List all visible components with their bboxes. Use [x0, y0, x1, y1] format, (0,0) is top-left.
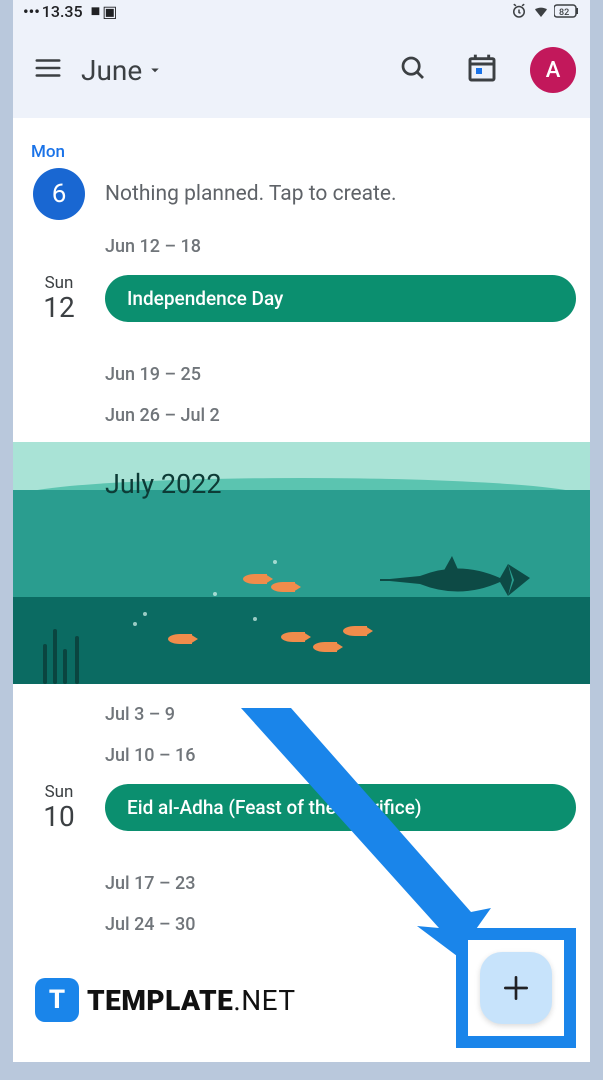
weekday-label: Sun	[45, 273, 74, 293]
search-icon	[398, 53, 428, 83]
week-range: Jun 26 – Jul 2	[13, 395, 590, 436]
day-row: Sun 12 Independence Day	[13, 267, 590, 330]
schedule-list[interactable]: Mon 6 Nothing planned. Tap to create. Ju…	[13, 118, 590, 945]
search-button[interactable]	[392, 47, 434, 93]
watermark-badge: T	[35, 978, 79, 1022]
chevron-down-icon	[146, 61, 164, 79]
event-chip[interactable]: Eid al-Adha (Feast of the Sacrifice)	[105, 784, 576, 831]
watermark: T TEMPLATE.NET	[35, 978, 296, 1022]
today-day-circle: 6	[33, 168, 85, 220]
month-selector[interactable]: June	[81, 54, 164, 87]
svg-text:82: 82	[559, 8, 569, 18]
day-number: 10	[43, 800, 74, 833]
day-number: 12	[43, 291, 74, 324]
create-event-fab[interactable]	[480, 952, 552, 1024]
battery-icon: 82	[554, 4, 580, 18]
wifi-icon	[532, 2, 550, 20]
plus-icon	[500, 972, 532, 1004]
event-title: Independence Day	[127, 287, 283, 310]
week-range: Jul 3 – 9	[13, 694, 590, 735]
menu-button[interactable]	[23, 43, 73, 97]
today-row[interactable]: 6 Nothing planned. Tap to create.	[13, 162, 590, 226]
hamburger-icon	[33, 53, 63, 83]
day-row: Sun 10 Eid al-Adha (Feast of the Sacrifi…	[13, 776, 590, 839]
week-range: Jun 12 – 18	[13, 226, 590, 267]
week-range: Jun 19 – 25	[13, 354, 590, 395]
empty-state-text: Nothing planned. Tap to create.	[105, 182, 576, 206]
fab-highlight	[456, 928, 576, 1048]
avatar-letter: A	[546, 58, 561, 83]
app-top-bar: June A	[13, 22, 590, 118]
month-banner: July 2022	[13, 442, 590, 684]
status-time: 13.35	[42, 2, 83, 21]
month-banner-title: July 2022	[105, 468, 222, 500]
jump-to-today-button[interactable]	[460, 46, 504, 94]
account-avatar[interactable]: A	[530, 47, 576, 93]
calendar-today-icon	[466, 52, 498, 84]
week-range: Jul 17 – 23	[13, 863, 590, 904]
status-bar: ••• 13.35 ■ ▣ 82	[13, 0, 590, 22]
month-label: June	[81, 54, 142, 87]
event-chip[interactable]: Independence Day	[105, 275, 576, 322]
week-range: Jul 10 – 16	[13, 735, 590, 776]
weekday-label: Sun	[45, 782, 74, 802]
event-title: Eid al-Adha (Feast of the Sacrifice)	[127, 796, 422, 819]
alarm-icon	[510, 2, 528, 20]
today-weekday: Mon	[13, 142, 590, 162]
swordfish-icon	[380, 550, 550, 610]
